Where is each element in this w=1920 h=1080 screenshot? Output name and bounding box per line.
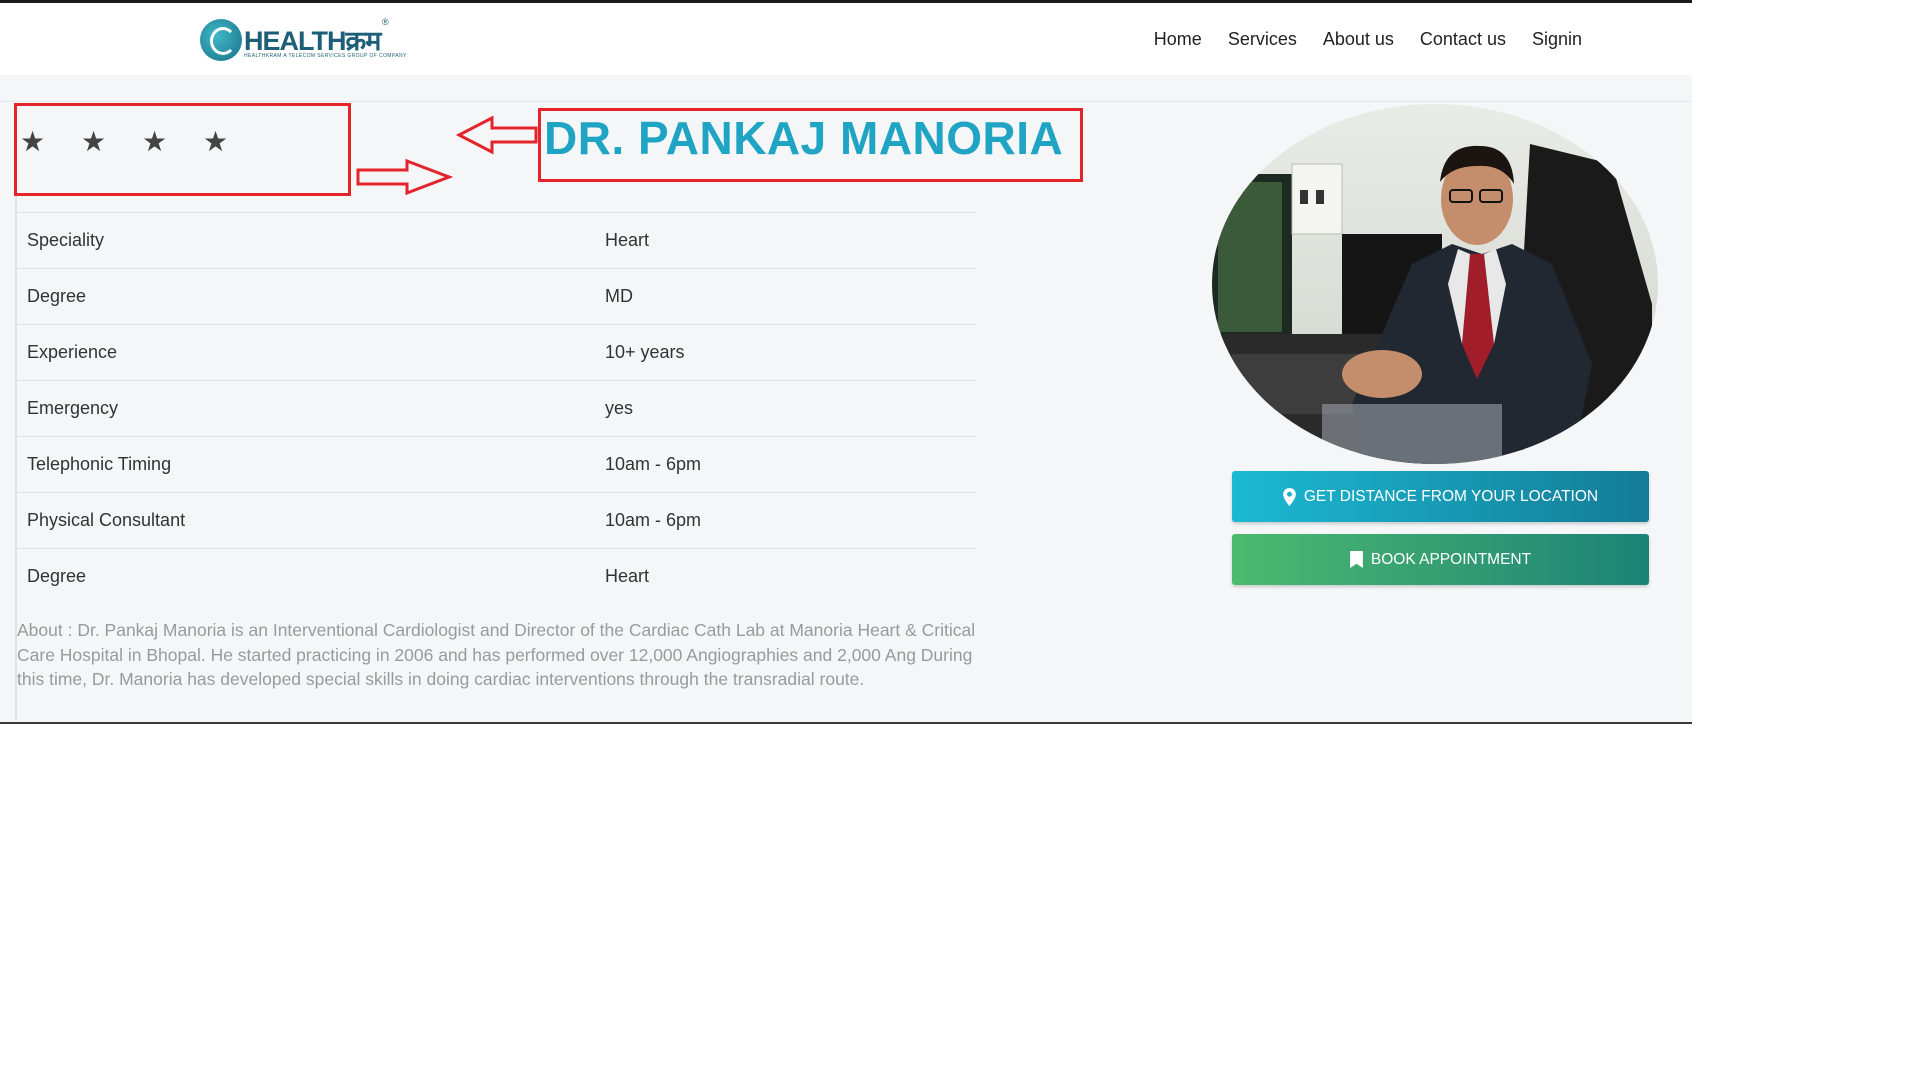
doctor-profile: ★ ★ ★ ★ DR. PANKAJ MANORIA Speciality He… xyxy=(0,75,1692,722)
navbar: HEALTHक्रम ® HEALTHKRAM A TELECOM SERVIC… xyxy=(0,3,1692,75)
detail-value: 10+ years xyxy=(594,324,976,381)
detail-label: Experience xyxy=(16,324,594,381)
logo[interactable]: HEALTHक्रम ® HEALTHKRAM A TELECOM SERVIC… xyxy=(200,15,406,63)
annotation-arrow-right-icon xyxy=(356,158,453,196)
nav-home-link[interactable]: Home xyxy=(1154,29,1202,50)
detail-value: MD xyxy=(594,268,976,325)
logo-tagline: HEALTHKRAM A TELECOM SERVICES GROUP OF C… xyxy=(244,53,407,59)
table-row: Telephonic Timing 10am - 6pm xyxy=(16,436,976,493)
nav-signin-link[interactable]: Signin xyxy=(1532,29,1582,50)
book-appointment-button[interactable]: BOOK APPOINTMENT xyxy=(1232,534,1649,585)
doctor-photo xyxy=(1212,104,1658,464)
detail-value: Heart xyxy=(594,548,976,604)
logo-mark-icon xyxy=(200,19,242,61)
detail-label: Physical Consultant xyxy=(16,492,594,549)
bottom-border xyxy=(0,722,1692,724)
nav-services-link[interactable]: Services xyxy=(1228,29,1297,50)
doctor-name: DR. PANKAJ MANORIA xyxy=(544,112,1064,164)
doctor-details-table: Speciality Heart Degree MD Experience 10… xyxy=(16,212,976,604)
detail-value: Heart xyxy=(594,212,976,269)
table-row: Emergency yes xyxy=(16,380,976,437)
detail-label: Degree xyxy=(16,268,594,325)
table-row: Degree Heart xyxy=(16,548,976,604)
table-row: Experience 10+ years xyxy=(16,324,976,381)
detail-value: 10am - 6pm xyxy=(594,492,976,549)
annotation-arrow-left-icon xyxy=(456,115,538,155)
detail-label: Telephonic Timing xyxy=(16,436,594,493)
divider xyxy=(0,101,1692,102)
nav-menu: Home Services About us Contact us Signin xyxy=(1128,29,1582,50)
annotation-box-stars xyxy=(14,103,351,196)
detail-label: Degree xyxy=(16,548,594,604)
doctor-about: About : Dr. Pankaj Manoria is an Interve… xyxy=(17,620,976,689)
book-appointment-label: BOOK APPOINTMENT xyxy=(1370,550,1532,568)
table-row: Speciality Heart xyxy=(16,212,976,269)
logo-registered-mark: ® xyxy=(382,17,389,27)
get-distance-label: GET DISTANCE FROM YOUR LOCATION xyxy=(1303,487,1599,505)
detail-label: Speciality xyxy=(16,212,594,269)
get-distance-button[interactable]: GET DISTANCE FROM YOUR LOCATION xyxy=(1232,471,1649,522)
bookmark-icon xyxy=(1350,551,1363,568)
detail-value: yes xyxy=(594,380,976,437)
doctor-portrait-illustration xyxy=(1212,104,1658,464)
screenshot-frame: HEALTHक्रम ® HEALTHKRAM A TELECOM SERVIC… xyxy=(0,0,1692,726)
table-row: Degree MD xyxy=(16,268,976,325)
nav-contact-link[interactable]: Contact us xyxy=(1420,29,1506,50)
table-row: Physical Consultant 10am - 6pm xyxy=(16,492,976,549)
detail-value: 10am - 6pm xyxy=(594,436,976,493)
detail-label: Emergency xyxy=(16,380,594,437)
nav-about-link[interactable]: About us xyxy=(1323,29,1394,50)
map-pin-icon xyxy=(1283,487,1296,506)
